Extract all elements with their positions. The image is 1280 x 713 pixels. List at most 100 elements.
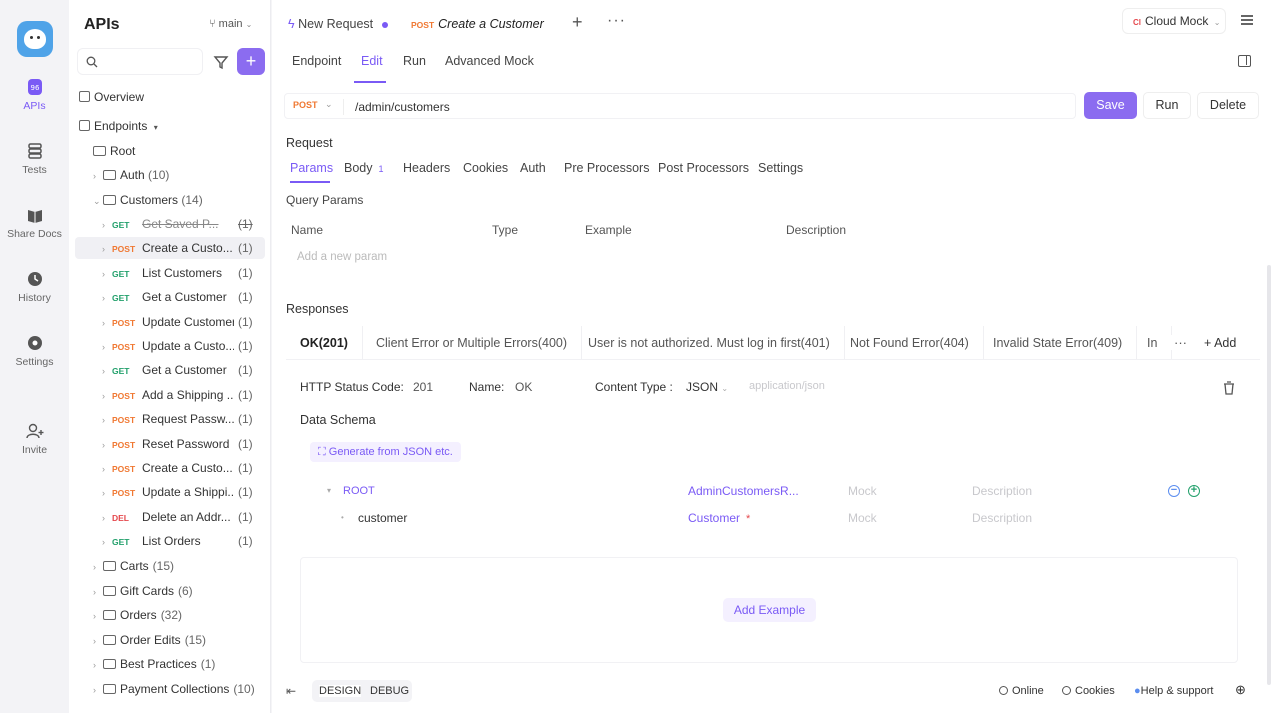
endpoint-item[interactable]: › POST Update Customer (1) [75,311,265,333]
sidebar-item-overview[interactable]: Overview [79,86,269,108]
tab-response-409[interactable]: Invalid State Error(409) [979,326,1138,359]
help-support-button[interactable]: ●Help & support [1134,685,1213,697]
tab-pre-processors[interactable]: Pre Processors [564,161,649,175]
design-mode-button[interactable]: DESIGN [319,685,362,697]
endpoint-item[interactable]: › POST Reset Password (1) [75,433,265,455]
schema-row[interactable]: • customer Customer * Mock Description [302,505,1242,531]
tab-params[interactable]: Params [290,161,333,175]
add-example-button[interactable]: Add Example [723,598,816,622]
sidebar-item-endpoints[interactable]: Endpoints ▾ [79,115,269,137]
rail-share-docs[interactable]: Share Docs [0,206,69,240]
sidebar-item-customers[interactable]: ⌄ Customers (14) [93,189,283,211]
endpoint-item[interactable]: › GET List Customers (1) [75,262,265,284]
add-response-button[interactable]: + Add [1204,336,1237,350]
content-type-select[interactable]: JSON ⌄ [686,380,728,394]
column-name: Name [291,223,324,237]
endpoint-item[interactable]: › DEL Delete an Addr... (1) [75,506,265,528]
rail-invite[interactable]: Invite [0,422,69,456]
tab-auth[interactable]: Auth [520,161,546,175]
mime-type-input[interactable]: application/json [749,380,825,392]
tab-response-more[interactable]: In [1133,326,1173,359]
filter-icon[interactable] [211,52,231,72]
schema-field-mock[interactable]: Mock [848,478,877,504]
folder-item[interactable]: › Payment Collections (10) [93,678,283,700]
chevron-right-icon: › [102,293,105,304]
chevron-right-icon: › [102,439,105,450]
add-param-input[interactable]: Add a new param [297,251,387,263]
schema-field-type[interactable]: AdminCustomersR... [688,478,799,504]
folder-item[interactable]: › Carts (15) [93,555,283,577]
folder-item[interactable]: › Gift Cards (6) [93,580,283,602]
app-logo[interactable] [17,21,53,57]
endpoint-item[interactable]: › GET Get a Customer (1) [75,359,265,381]
status-code-input[interactable]: 201 [413,380,433,394]
scrollbar[interactable] [1267,265,1271,685]
collapse-icon[interactable]: ▾ [327,478,331,504]
folder-item[interactable]: › Best Practices (1) [93,653,283,675]
response-name-input[interactable]: OK [515,380,532,394]
split-panel-icon[interactable] [1238,55,1251,67]
trash-icon[interactable] [1217,376,1241,400]
tab-run[interactable]: Run [403,54,426,68]
method-selector[interactable]: POST [293,100,318,110]
tab-response-401[interactable]: User is not authorized. Must log in firs… [574,326,845,359]
tab-response-201[interactable]: OK(201) [286,326,363,359]
endpoint-item[interactable]: › POST Update a Shippi... (1) [75,481,265,503]
rail-apis[interactable]: 96 APIs [0,78,69,112]
delete-button[interactable]: Delete [1197,92,1259,119]
tab-create-customer[interactable]: POST Create a Customer [411,17,544,31]
endpoint-count: (1) [238,290,253,305]
schema-field-mock[interactable]: Mock [848,505,877,531]
more-icon[interactable]: ··· [1168,335,1193,350]
rail-history[interactable]: History [0,270,69,304]
tab-advanced-mock[interactable]: Advanced Mock [445,54,534,68]
tab-response-400[interactable]: Client Error or Multiple Errors(400) [362,326,583,359]
endpoint-item[interactable]: › POST Request Passw... (1) [75,408,265,430]
branch-selector[interactable]: ⑂ main ⌄ [209,18,252,30]
endpoint-item[interactable]: › POST Create a Custo... (1) [75,457,265,479]
endpoint-item[interactable]: › GET Get Saved P... (1) [75,213,265,235]
run-button[interactable]: Run [1143,92,1191,119]
sidebar-item-auth[interactable]: › Auth (10) [93,164,283,186]
tab-cookies[interactable]: Cookies [463,161,508,175]
rail-tests[interactable]: Tests [0,142,69,176]
endpoint-item[interactable]: › POST Add a Shipping ... (1) [75,384,265,406]
endpoint-item[interactable]: › POST Update a Custo... (1) [75,335,265,357]
tab-edit[interactable]: Edit [361,54,383,68]
schema-row[interactable]: ▾ ROOT AdminCustomersR... Mock Descripti… [302,478,1242,504]
endpoint-item[interactable]: › GET Get a Customer (1) [75,286,265,308]
new-tab-button[interactable]: + [572,12,583,33]
tab-endpoint[interactable]: Endpoint [292,54,341,68]
upload-icon[interactable]: ⊕ [1235,682,1246,698]
folder-item[interactable]: › Order Edits (15) [93,629,283,651]
add-endpoint-button[interactable]: + [237,48,265,75]
tab-body[interactable]: Body 1 [344,161,384,175]
generate-from-json-button[interactable]: ⛶ Generate from JSON etc. [310,442,461,462]
folder-item[interactable]: › Orders (32) [93,604,283,626]
url-input[interactable]: /admin/customers [355,100,450,114]
save-button[interactable]: Save [1084,92,1137,119]
cookies-button[interactable]: Cookies [1062,685,1115,697]
collapse-sidebar-icon[interactable]: ⇤ [286,684,296,698]
debug-mode-button[interactable]: DEBUG [370,685,409,697]
rail-settings[interactable]: Settings [0,334,69,368]
sidebar-search-input[interactable] [77,48,203,75]
environment-selector[interactable]: Cl Cloud Mock ⌄ [1122,8,1226,34]
more-icon[interactable]: ··· [607,12,626,30]
tab-headers[interactable]: Headers [403,161,450,175]
tab-response-404[interactable]: Not Found Error(404) [836,326,984,359]
schema-field-description[interactable]: Description [972,505,1032,531]
endpoint-item[interactable]: › POST Create a Custo... (1) [75,237,265,260]
sidebar-item-root[interactable]: Root [93,140,283,162]
menu-icon[interactable] [1240,14,1254,26]
minus-circle-icon[interactable]: − [1168,485,1180,497]
endpoint-item[interactable]: › GET List Orders (1) [75,530,265,552]
schema-field-description[interactable]: Description [972,478,1032,504]
online-status[interactable]: Online [999,685,1044,697]
plus-circle-icon[interactable]: + [1188,485,1200,497]
tab-settings[interactable]: Settings [758,161,803,175]
status-code-label: HTTP Status Code: [300,380,404,394]
tab-new-request[interactable]: ϟ New Request [288,17,373,31]
tab-post-processors[interactable]: Post Processors [658,161,749,175]
schema-field-type-wrap[interactable]: Customer * [688,505,750,532]
